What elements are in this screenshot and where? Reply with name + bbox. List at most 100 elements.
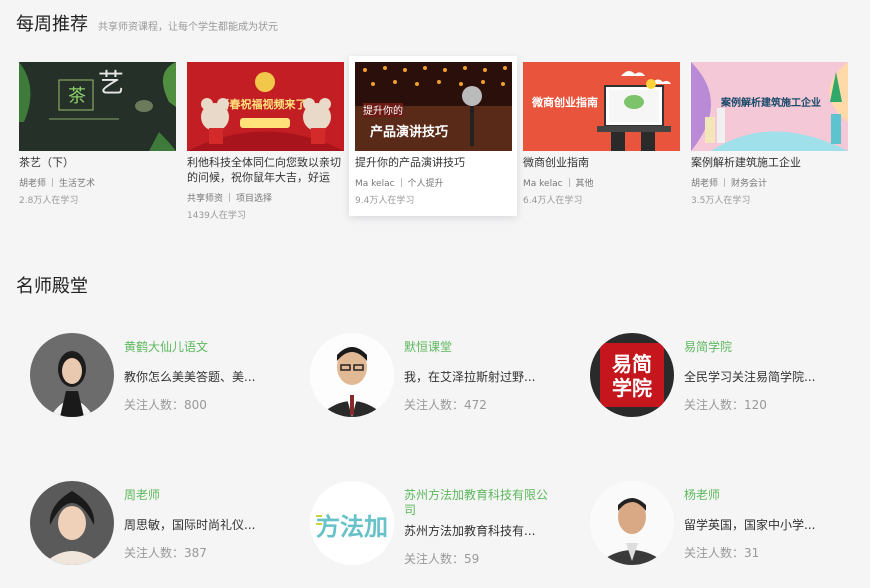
teacher-followers: 关注人数：59: [404, 550, 554, 567]
course-teacher[interactable]: Ma kelac: [355, 179, 395, 189]
course-meta: Ma kelac 个人提升: [355, 176, 511, 189]
course-category: 项目选择: [236, 194, 273, 204]
teacher-card[interactable]: 周老师 周思敏，国际时尚礼仪... 关注人数：387: [30, 481, 290, 571]
logo-text-top: 易简: [612, 352, 652, 376]
course-learners: 1439人在学习: [187, 211, 246, 221]
course-thumbnail[interactable]: 微商创业指南: [523, 62, 680, 151]
course-teacher[interactable]: 胡老师: [19, 179, 46, 189]
avatar[interactable]: [30, 333, 114, 417]
svg-text:案例解析建筑施工企业: 案例解析建筑施工企业: [720, 96, 821, 109]
weekly-title: 每周推荐: [16, 14, 88, 35]
teacher-followers: 关注人数：31: [684, 544, 834, 561]
hall-section-header: 名师殿堂: [16, 272, 88, 298]
divider: [52, 178, 54, 187]
followers-label: 关注人数：: [684, 398, 745, 412]
teacher-desc: 留学英国，国家中小学...: [684, 518, 816, 532]
divider: [229, 193, 231, 202]
course-category: 财务会计: [731, 179, 768, 189]
svg-text:提升你的: 提升你的: [363, 104, 403, 117]
weekly-section-header: 每周推荐 共享师资课程，让每个学生都能成为状元: [16, 10, 278, 36]
course-learners: 9.4万人在学习: [355, 196, 415, 206]
teacher-info: 易简学院 全民学习关注易简学院... 关注人数：120: [684, 340, 834, 413]
course-thumbnail[interactable]: 提升你的 产品演讲技巧: [355, 62, 512, 151]
followers-count: 59: [464, 552, 480, 566]
followers-count: 120: [744, 398, 767, 412]
svg-text:微商创业指南: 微商创业指南: [531, 95, 598, 109]
svg-text:产品演讲技巧: 产品演讲技巧: [370, 124, 448, 140]
course-learners: 3.5万人在学习: [691, 196, 751, 206]
divider: [724, 178, 726, 187]
avatar[interactable]: [310, 333, 394, 417]
logo-text-bottom: 学院: [612, 376, 652, 400]
course-card-presentation[interactable]: 提升你的 产品演讲技巧 提升你的产品演讲技巧 Ma kelac 个人提升 9.4万…: [349, 56, 517, 216]
teacher-followers: 关注人数：387: [124, 544, 274, 561]
teacher-info: 苏州方法加教育科技有限公司 苏州方法加教育科技有... 关注人数：59: [404, 488, 554, 567]
course-teacher[interactable]: 共享师资: [187, 194, 223, 204]
course-card-tea-art[interactable]: 茶 艺 茶艺（下） 胡老师 生活艺术 2.8万人在学习: [13, 56, 181, 216]
course-teacher[interactable]: 胡老师: [691, 179, 718, 189]
teacher-desc: 我，在艾泽拉斯射过野...: [404, 370, 536, 384]
course-meta: 共享师资 项目选择: [187, 191, 343, 204]
course-meta: 胡老师 生活艺术: [19, 176, 175, 189]
avatar[interactable]: [30, 481, 114, 565]
svg-text:艺: 艺: [98, 69, 124, 99]
teacher-name[interactable]: 苏州方法加教育科技有限公司: [404, 488, 554, 518]
course-thumbnail[interactable]: 案例解析建筑施工企业: [691, 62, 848, 151]
course-category: 生活艺术: [59, 179, 96, 189]
teacher-card[interactable]: 黄鹤大仙儿语文 教你怎么美美答题、美... 关注人数：800: [30, 333, 290, 423]
teacher-card[interactable]: 默恒课堂 我，在艾泽拉斯射过野... 关注人数：472: [310, 333, 570, 423]
teacher-card[interactable]: 方法加 苏州方法加教育科技有限公司 苏州方法加教育科技有... 关注人数：59: [310, 481, 570, 571]
teacher-card[interactable]: 杨老师 留学英国，国家中小学... 关注人数：31: [590, 481, 850, 571]
teacher-desc: 周思敏，国际时尚礼仪...: [124, 518, 256, 532]
course-meta: Ma kelac 其他: [523, 176, 679, 189]
svg-text:新春祝福视频来了!: 新春祝福视频来了!: [218, 97, 311, 111]
course-learners: 6.4万人在学习: [523, 196, 583, 206]
course-learners: 2.8万人在学习: [19, 196, 79, 206]
teacher-desc: 苏州方法加教育科技有...: [404, 524, 536, 538]
teacher-name[interactable]: 默恒课堂: [404, 340, 554, 355]
course-title[interactable]: 提升你的产品演讲技巧: [355, 155, 511, 170]
teacher-name[interactable]: 黄鹤大仙儿语文: [124, 340, 274, 355]
course-title[interactable]: 案例解析建筑施工企业: [691, 155, 847, 170]
teacher-followers: 关注人数：800: [124, 396, 274, 413]
course-teacher[interactable]: Ma kelac: [523, 179, 563, 189]
course-card-wechat-business[interactable]: 微商创业指南 微商创业指南 Ma kelac 其他 6.4万人在学习: [517, 56, 685, 216]
svg-text:茶: 茶: [68, 86, 86, 107]
followers-label: 关注人数：: [124, 398, 185, 412]
teacher-name[interactable]: 易简学院: [684, 340, 834, 355]
followers-label: 关注人数：: [404, 398, 465, 412]
logo-avatar[interactable]: 方法加: [310, 481, 394, 565]
hall-title: 名师殿堂: [16, 276, 88, 297]
teacher-name[interactable]: 杨老师: [684, 488, 834, 503]
divider: [400, 178, 402, 187]
course-title[interactable]: 利他科技全体同仁向您致以亲切的问候，祝你鼠年大吉，好运连...: [187, 155, 343, 185]
course-meta: 胡老师 财务会计: [691, 176, 847, 189]
course-list: 茶 艺 茶艺（下） 胡老师 生活艺术 2.8万人在学习 新春祝福视频来了! 利他…: [13, 56, 853, 221]
teacher-followers: 关注人数：120: [684, 396, 834, 413]
teacher-desc: 教你怎么美美答题、美...: [124, 370, 256, 384]
teacher-info: 杨老师 留学英国，国家中小学... 关注人数：31: [684, 488, 834, 561]
logo-avatar[interactable]: 易简 学院: [590, 333, 674, 417]
course-category: 其他: [575, 179, 594, 189]
avatar[interactable]: [590, 481, 674, 565]
course-thumbnail[interactable]: 茶 艺: [19, 62, 176, 151]
followers-label: 关注人数：: [404, 552, 465, 566]
logo-text: 方法加: [316, 513, 388, 541]
followers-label: 关注人数：: [684, 546, 745, 560]
divider: [568, 178, 570, 187]
followers-count: 31: [744, 546, 760, 560]
course-card-construction[interactable]: 案例解析建筑施工企业 案例解析建筑施工企业 胡老师 财务会计 3.5万人在学习: [685, 56, 853, 216]
followers-count: 800: [184, 398, 207, 412]
followers-count: 472: [464, 398, 487, 412]
course-category: 个人提升: [407, 179, 444, 189]
teacher-name[interactable]: 周老师: [124, 488, 274, 503]
course-title[interactable]: 茶艺（下）: [19, 155, 175, 170]
course-card-new-year[interactable]: 新春祝福视频来了! 利他科技全体同仁向您致以亲切的问候，祝你鼠年大吉，好运连..…: [181, 56, 349, 221]
course-thumbnail[interactable]: 新春祝福视频来了!: [187, 62, 344, 151]
teacher-info: 默恒课堂 我，在艾泽拉斯射过野... 关注人数：472: [404, 340, 554, 413]
teacher-info: 周老师 周思敏，国际时尚礼仪... 关注人数：387: [124, 488, 274, 561]
followers-count: 387: [184, 546, 207, 560]
course-title[interactable]: 微商创业指南: [523, 155, 679, 170]
teacher-card[interactable]: 易简 学院 易简学院 全民学习关注易简学院... 关注人数：120: [590, 333, 850, 423]
followers-label: 关注人数：: [124, 546, 185, 560]
